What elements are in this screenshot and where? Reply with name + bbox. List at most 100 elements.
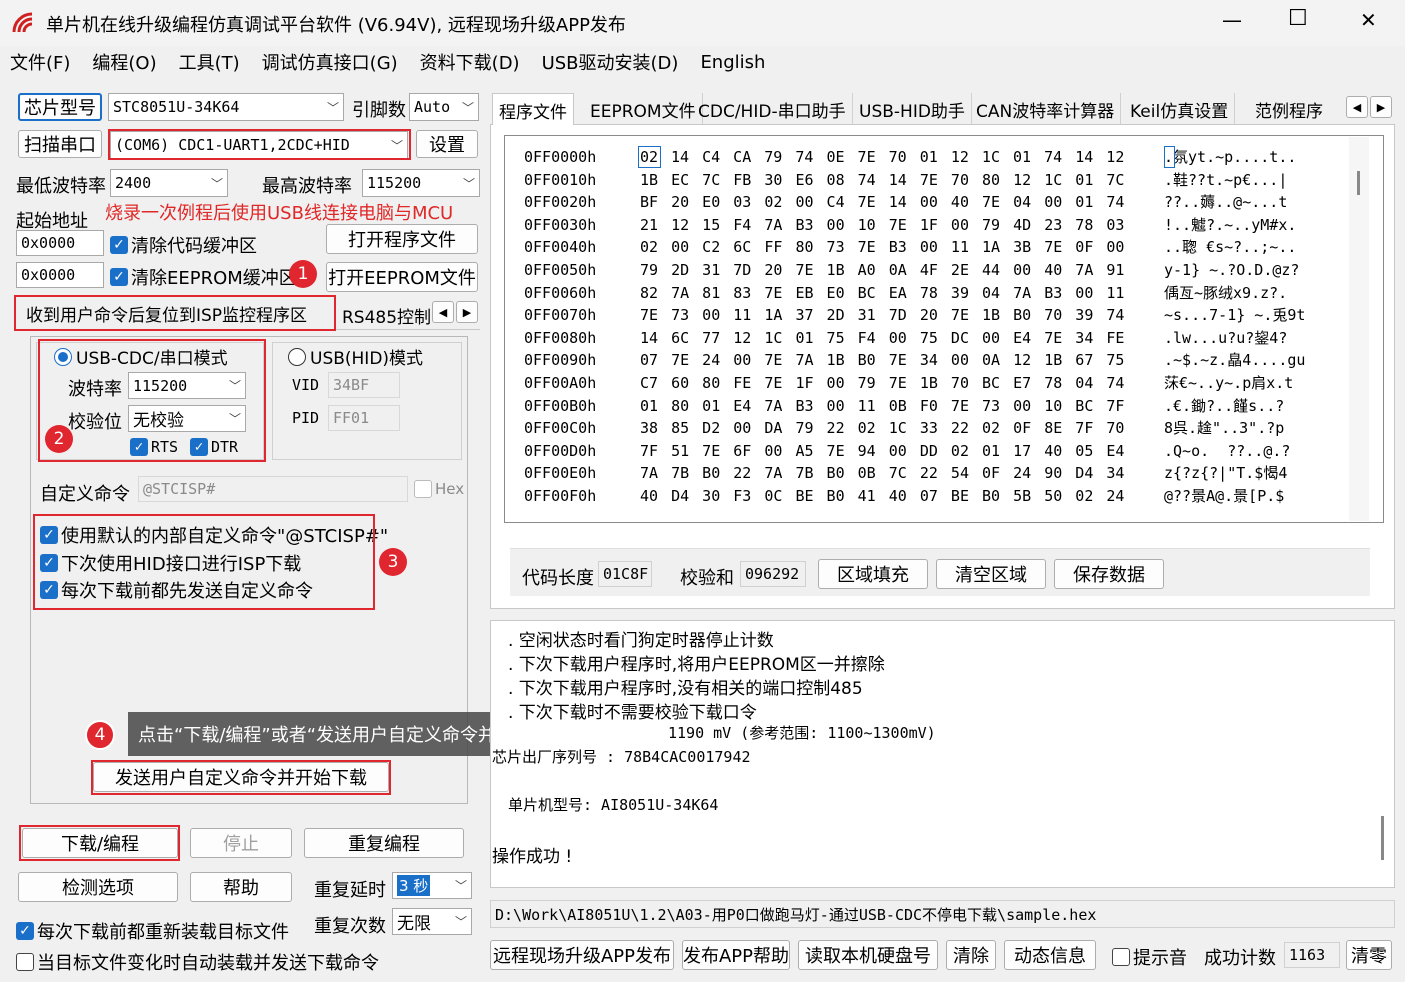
checkbox-empty-icon xyxy=(414,480,432,498)
download-highlight xyxy=(19,825,180,861)
ascii-cursor xyxy=(1164,146,1175,168)
help-button[interactable]: 帮助 xyxy=(190,872,292,902)
tab-cdc-hid-serial[interactable]: CDC/HID-串口助手 xyxy=(692,93,853,125)
repeat-delay-select[interactable]: 3 秒 ﹀ xyxy=(392,872,472,899)
settings-button[interactable]: 设置 xyxy=(416,130,478,158)
menu-tools[interactable]: 工具(T) xyxy=(179,49,240,75)
hex-bytes[interactable]: 40 D4 30 F3 0C BE B0 41 40 07 BE B0 5B 5… xyxy=(640,485,1124,507)
open-program-button[interactable]: 打开程序文件 xyxy=(326,224,478,254)
radio-empty-icon xyxy=(288,347,306,366)
reset-count-button[interactable]: 清零 xyxy=(1346,940,1392,970)
hex-bytes[interactable]: 82 7A 81 83 7E EB E0 BC EA 78 39 04 7A B… xyxy=(640,282,1124,304)
scan-port-button[interactable]: 扫描串口 xyxy=(18,130,102,158)
tab-examples[interactable]: 范例程序 xyxy=(1249,93,1329,125)
hex-bytes[interactable]: C7 60 80 FE 7E 1F 00 79 7E 1B 70 BC E7 7… xyxy=(640,372,1124,394)
reload-each-time-checkbox[interactable]: ✓ 每次下载前都重新装载目标文件 xyxy=(16,918,289,944)
menu-file[interactable]: 文件(F) xyxy=(10,49,70,75)
hex-bytes[interactable]: 14 C4 CA 79 74 0E 7E 70 01 12 1C 01 74 1… xyxy=(671,146,1124,168)
custom-command-input[interactable]: @STCISP# xyxy=(138,476,408,502)
hex-ascii: .~$.~z.皛4....gu xyxy=(1164,351,1306,370)
hex-ascii: .鞋??t.~p€...| xyxy=(1164,170,1288,189)
minimize-button[interactable]: — xyxy=(1222,8,1242,32)
hex-bytes[interactable]: 7E 73 00 11 1A 37 2D 31 7D 20 7E 1B B0 7… xyxy=(640,304,1124,326)
menu-usb-driver[interactable]: USB驱动安装(D) xyxy=(542,49,679,75)
code-length-label: 代码长度 xyxy=(522,568,594,589)
read-disk-id-button[interactable]: 读取本机硬盘号 xyxy=(798,940,938,970)
open-eeprom-button[interactable]: 打开EEPROM文件 xyxy=(326,262,478,292)
detect-options-button[interactable]: 检测选项 xyxy=(18,872,178,902)
clear-log-button[interactable]: 清除 xyxy=(946,940,996,970)
close-button[interactable]: ✕ xyxy=(1360,8,1377,32)
chip-type-button[interactable]: 芯片型号 xyxy=(18,93,102,121)
hex-bytes[interactable]: 38 85 D2 00 DA 79 22 02 1C 33 22 02 0F 8… xyxy=(640,417,1124,439)
fill-area-button[interactable]: 区域填充 xyxy=(818,559,928,589)
vid-input[interactable]: 34BF xyxy=(328,372,400,398)
publish-help-button[interactable]: 发布APP帮助 xyxy=(682,940,790,970)
auto-load-checkbox[interactable]: 当目标文件变化时自动装载并发送下载命令 xyxy=(16,949,379,975)
tab-can-baud[interactable]: CAN波特率计算器 xyxy=(970,93,1122,125)
log-chip-model: 单片机型号: AI8051U-34K64 xyxy=(508,796,719,814)
checkbox-empty-icon xyxy=(1112,948,1130,966)
clear-code-checkbox[interactable]: ✓ 清除代码缓冲区 xyxy=(110,232,257,258)
right-tab-scroll-right[interactable]: ▶ xyxy=(1370,96,1392,118)
tab-eeprom-file[interactable]: EEPROM文件 xyxy=(584,93,703,125)
max-baud-select[interactable]: 115200 ﹀ xyxy=(362,169,480,197)
tab-program-file[interactable]: 程序文件 xyxy=(492,93,574,126)
tab-rs485[interactable]: RS485控制 xyxy=(342,303,431,328)
hex-bytes[interactable]: 21 12 15 F4 7A B3 00 10 7E 1F 00 79 4D 2… xyxy=(640,214,1124,236)
clear-eeprom-checkbox[interactable]: ✓ 清除EEPROM缓冲区 xyxy=(110,264,297,290)
right-tab-scroll-left[interactable]: ◀ xyxy=(1346,96,1368,118)
step-badge-4: 4 xyxy=(85,720,115,750)
hex-bytes[interactable]: 7F 51 7E 6F 00 A5 7E 94 00 DD 02 01 17 4… xyxy=(640,440,1124,462)
checkbox-checked-icon: ✓ xyxy=(110,268,128,286)
max-baud-label: 最高波特率 xyxy=(262,176,352,197)
beep-checkbox[interactable]: 提示音 xyxy=(1112,944,1187,970)
tab-scroll-left[interactable]: ◀ xyxy=(432,301,454,323)
repeat-count-select[interactable]: 无限 ﹀ xyxy=(392,908,472,935)
menu-debug[interactable]: 调试仿真接口(G) xyxy=(262,49,398,75)
repeat-program-button[interactable]: 重复编程 xyxy=(304,828,464,858)
remote-upgrade-button[interactable]: 远程现场升级APP发布 xyxy=(490,940,674,970)
hex-bytes[interactable]: BF 20 E0 03 02 00 C4 7E 14 00 40 7E 04 0… xyxy=(640,191,1124,213)
success-count-label: 成功计数 xyxy=(1204,948,1276,969)
hex-bytes[interactable]: 14 6C 77 12 1C 01 75 F4 00 75 DC 00 E4 7… xyxy=(640,327,1124,349)
hex-address: 0FF0060h xyxy=(524,283,597,302)
hex-bytes[interactable]: 02 00 C2 6C FF 80 73 7E B3 00 11 1A 3B 7… xyxy=(640,236,1124,258)
maximize-button[interactable]: ☐ xyxy=(1288,6,1308,31)
hex-scrollbar-thumb[interactable] xyxy=(1357,171,1360,195)
hex-ascii: !..魖?.~..yM#x. xyxy=(1164,215,1297,234)
eeprom-address-input[interactable]: 0x0000 xyxy=(16,262,104,288)
tab-scroll-right[interactable]: ▶ xyxy=(456,301,478,323)
menu-english[interactable]: English xyxy=(700,52,765,73)
hex-bytes[interactable]: 79 2D 31 7D 20 7E 1B A0 0A 4F 2E 44 00 4… xyxy=(640,259,1124,281)
chip-type-select[interactable]: STC8051U-34K64 ﹀ xyxy=(108,93,344,121)
hex-bytes[interactable]: 1B EC 7C FB 30 E6 08 74 14 7E 70 80 12 1… xyxy=(640,169,1124,191)
menu-download[interactable]: 资料下载(D) xyxy=(420,49,520,75)
hex-bytes[interactable]: 07 7E 24 00 7E 7A 1B B0 7E 34 00 0A 12 1… xyxy=(640,349,1124,371)
min-baud-select[interactable]: 2400 ﹀ xyxy=(110,169,228,197)
tab-usb-hid[interactable]: USB-HID助手 xyxy=(853,93,972,125)
hex-bytes[interactable]: 7A 7B B0 22 7A 7B B0 0B 7C 22 54 0F 24 9… xyxy=(640,462,1124,484)
pid-input[interactable]: FF01 xyxy=(328,405,400,431)
stop-button[interactable]: 停止 xyxy=(190,828,292,858)
code-address-input[interactable]: 0x0000 xyxy=(16,230,104,256)
log-line: . 下次下载用户程序时,将用户EEPROM区一并擦除 xyxy=(508,655,885,675)
hex-bytes[interactable]: 01 80 01 E4 7A B3 00 11 0B F0 7E 73 00 1… xyxy=(640,395,1124,417)
hex-scrollbar[interactable] xyxy=(1349,137,1369,521)
hex-address: 0FF0080h xyxy=(524,328,597,347)
hex-address: 0FF00E0h xyxy=(524,464,597,483)
log-scrollbar-thumb[interactable] xyxy=(1381,816,1384,860)
hex-checkbox[interactable]: Hex xyxy=(414,480,464,498)
log-success: 操作成功 ! xyxy=(492,847,573,867)
menu-program[interactable]: 编程(O) xyxy=(92,49,156,75)
hex-address: 0FF0010h xyxy=(524,170,597,189)
mode-hid-radio[interactable]: USB(HID)模式 xyxy=(288,344,423,369)
dynamic-info-button[interactable]: 动态信息 xyxy=(1004,940,1096,970)
pins-select[interactable]: Auto ﹀ xyxy=(409,93,479,121)
hex-ascii: .Q~o. ??..@.? xyxy=(1164,441,1291,460)
save-data-button[interactable]: 保存数据 xyxy=(1054,559,1164,589)
clear-area-button[interactable]: 清空区域 xyxy=(936,559,1046,589)
hex-address: 0FF00A0h xyxy=(524,374,597,392)
tab-keil-sim[interactable]: Keil仿真设置 xyxy=(1124,93,1236,125)
hex-address: 0FF0040h xyxy=(524,238,597,257)
